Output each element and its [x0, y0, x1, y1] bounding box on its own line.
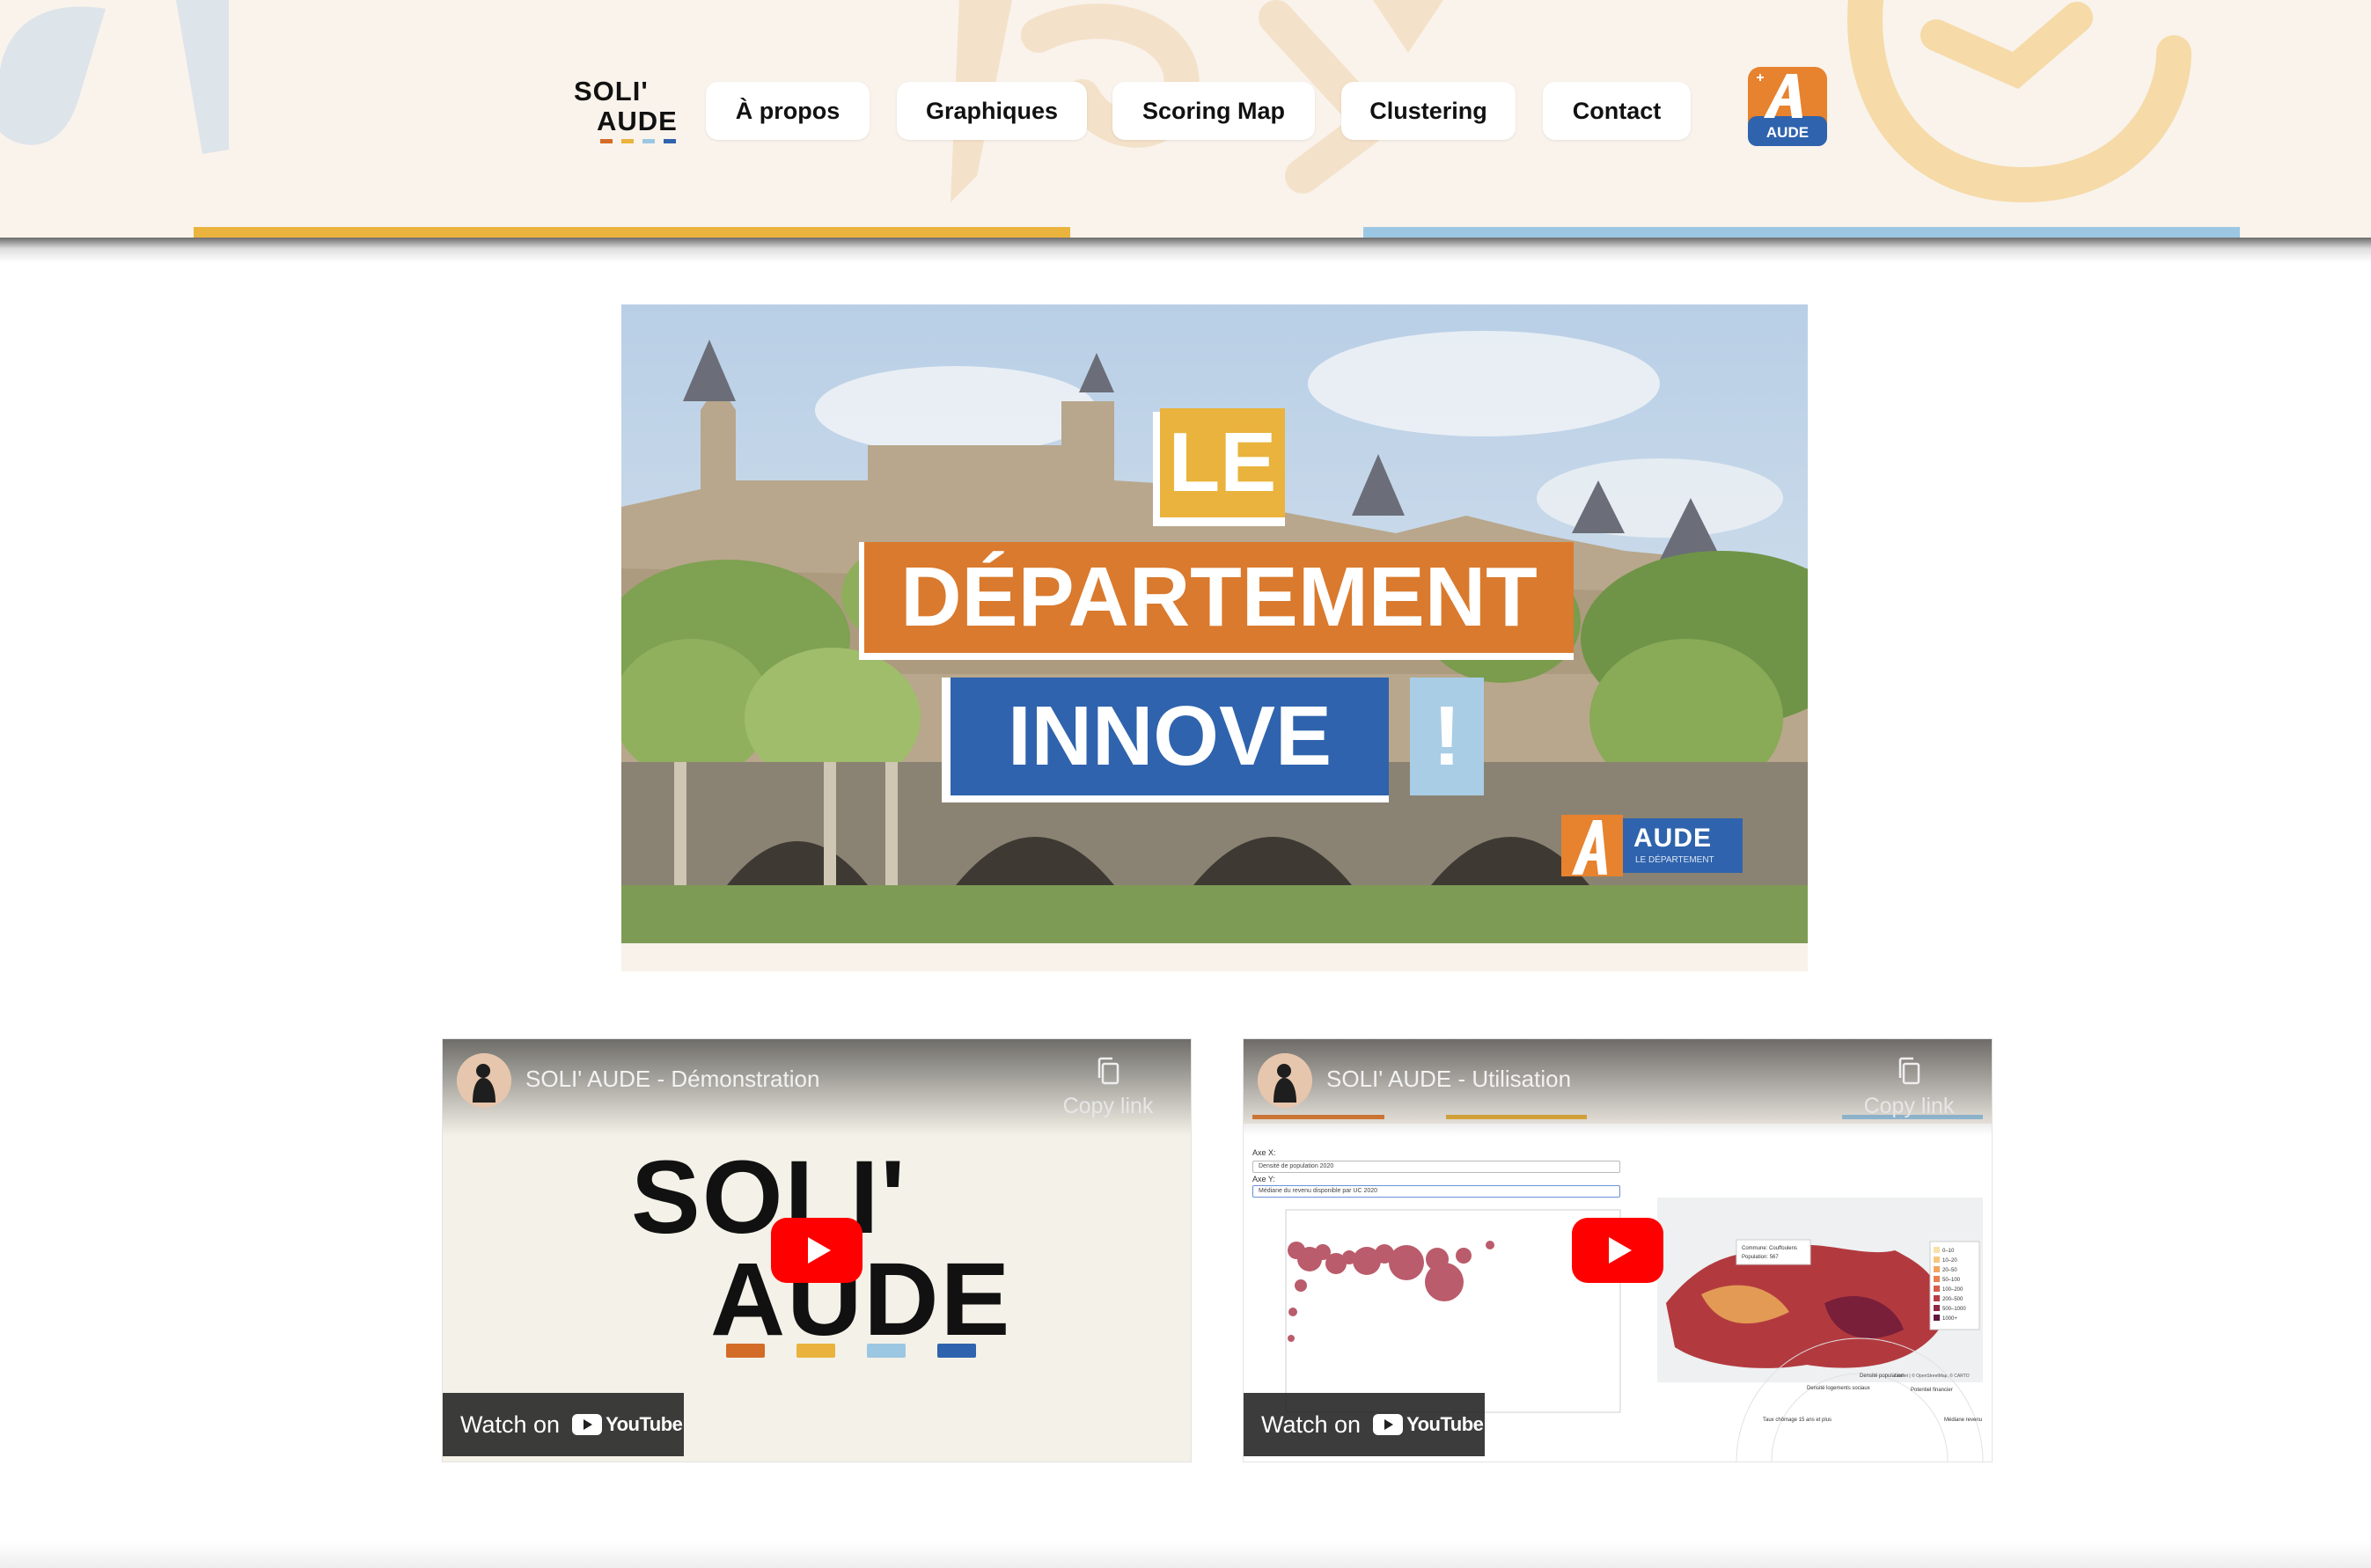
watch-on-youtube-button[interactable]: Watch on YouTube — [443, 1393, 684, 1456]
hero-title-exclaim: ! — [1410, 678, 1484, 795]
aude-department-logo[interactable]: AUDE — [1748, 67, 1827, 146]
hero-title-departement: DÉPARTEMENT — [864, 542, 1574, 653]
thumb-dash — [867, 1344, 906, 1358]
site-header: SOLI' AUDE À propos Graphiques Scoring M… — [0, 0, 2371, 238]
thumb-dash — [726, 1344, 765, 1358]
channel-avatar[interactable] — [1258, 1053, 1312, 1108]
footer-fade — [0, 1542, 2371, 1568]
logo-dash — [664, 139, 676, 143]
video-embed-utilisation[interactable]: Axe X: Densité de population 2020 Axe Y:… — [1243, 1038, 1993, 1462]
header-accent-yellow — [194, 227, 1070, 238]
thumb-axis-x-label: Axe X: — [1252, 1148, 1276, 1157]
thumb-legend-1: 10–20 — [1942, 1258, 1957, 1264]
thumb-legend-2: 20–50 — [1942, 1268, 1957, 1273]
thumb-map-attribution: Leaflet | © OpenStreetMap, © CARTO — [1895, 1373, 1970, 1379]
hero-banner: LE DÉPARTEMENT INNOVE ! AUDE LE DÉPARTEM… — [621, 304, 1808, 971]
hero-badge-sub: LE DÉPARTEMENT — [1635, 855, 1714, 865]
nav-clustering[interactable]: Clustering — [1341, 82, 1516, 140]
thumb-legend-0: 0–10 — [1942, 1249, 1955, 1254]
thumb-legend-3: 50–100 — [1942, 1278, 1961, 1283]
watch-on-label: Watch on — [1261, 1410, 1362, 1438]
logo-text-line2: AUDE — [597, 106, 678, 136]
play-button-icon[interactable] — [771, 1218, 863, 1283]
youtube-logo: YouTube — [572, 1413, 683, 1436]
thumb-legend-5: 200–500 — [1942, 1297, 1964, 1302]
thumb-axis-y-select: Médiane du revenu disponible par UC 2020 — [1252, 1185, 1620, 1198]
watch-on-youtube-button[interactable]: Watch on YouTube — [1244, 1393, 1485, 1456]
logo-dash — [600, 139, 613, 143]
channel-avatar[interactable] — [457, 1053, 511, 1108]
avatar-silhouette-icon — [1258, 1053, 1312, 1108]
thumb-map-tooltip-2: Population: 567 — [1742, 1255, 1779, 1260]
copy-link-button[interactable]: Copy link — [1055, 1057, 1161, 1119]
nav-graphiques[interactable]: Graphiques — [897, 82, 1087, 140]
hero-badge-word: AUDE — [1633, 824, 1713, 853]
thumb-axis-y-label: Axe Y: — [1252, 1175, 1275, 1183]
youtube-logo: YouTube — [1373, 1413, 1484, 1436]
logo-dash — [642, 139, 655, 143]
site-logo[interactable]: SOLI' AUDE — [572, 76, 686, 146]
logo-text-line1: SOLI' — [574, 76, 649, 106]
thumb-legend-6: 500–1000 — [1942, 1307, 1966, 1312]
thumb-radar-label: Médiane revenu — [1944, 1418, 1982, 1423]
thumb-radar-label: Potentiel financier — [1911, 1388, 1953, 1393]
hero-title-innove: INNOVE — [951, 678, 1389, 795]
watch-on-label: Watch on — [460, 1410, 561, 1438]
thumb-radar-label: Taux chômage 15 ans et plus — [1763, 1418, 1831, 1423]
youtube-play-icon — [572, 1414, 603, 1435]
youtube-wordmark: YouTube — [606, 1413, 683, 1435]
thumb-radar-label: Densité logements sociaux — [1807, 1386, 1870, 1391]
copy-link-button[interactable]: Copy link — [1856, 1057, 1962, 1119]
thumb-legend-7: 1000+ — [1942, 1316, 1957, 1322]
copy-link-label: Copy link — [1062, 1094, 1154, 1118]
copy-icon — [1898, 1057, 1920, 1085]
video-title[interactable]: SOLI' AUDE - Utilisation — [1326, 1066, 1571, 1093]
thumb-dash — [937, 1344, 976, 1358]
header-accent-blue — [1363, 227, 2240, 238]
nav-contact[interactable]: Contact — [1543, 82, 1691, 140]
aude-badge-text: AUDE — [1766, 124, 1809, 141]
thumb-dash — [796, 1344, 835, 1358]
header-shadow — [0, 238, 2371, 262]
hero-title-le: LE — [1160, 408, 1285, 517]
logo-dash — [621, 139, 634, 143]
nav-a-propos[interactable]: À propos — [706, 82, 870, 140]
thumb-axis-x-select: Densité de population 2020 — [1252, 1161, 1620, 1173]
thumb-radar-label: Densité population — [1860, 1374, 1904, 1379]
nav-scoring-map[interactable]: Scoring Map — [1112, 82, 1315, 140]
copy-icon — [1097, 1057, 1119, 1085]
hero-aude-badge: AUDE LE DÉPARTEMENT — [1561, 815, 1743, 876]
avatar-silhouette-icon — [457, 1053, 511, 1108]
play-button-icon[interactable] — [1572, 1218, 1663, 1283]
hero-badge-a-icon — [1572, 820, 1607, 875]
video-title[interactable]: SOLI' AUDE - Démonstration — [525, 1066, 819, 1093]
youtube-wordmark: YouTube — [1406, 1413, 1484, 1435]
thumb-legend-4: 100–200 — [1942, 1287, 1964, 1293]
youtube-play-icon — [1373, 1414, 1404, 1435]
copy-link-label: Copy link — [1863, 1094, 1955, 1118]
video-embed-demonstration[interactable]: SOLI' AUDE SOLI' AUDE - Démonstration Co… — [442, 1038, 1192, 1462]
thumb-map-tooltip-1: Commune: Couffoulens — [1742, 1246, 1797, 1251]
